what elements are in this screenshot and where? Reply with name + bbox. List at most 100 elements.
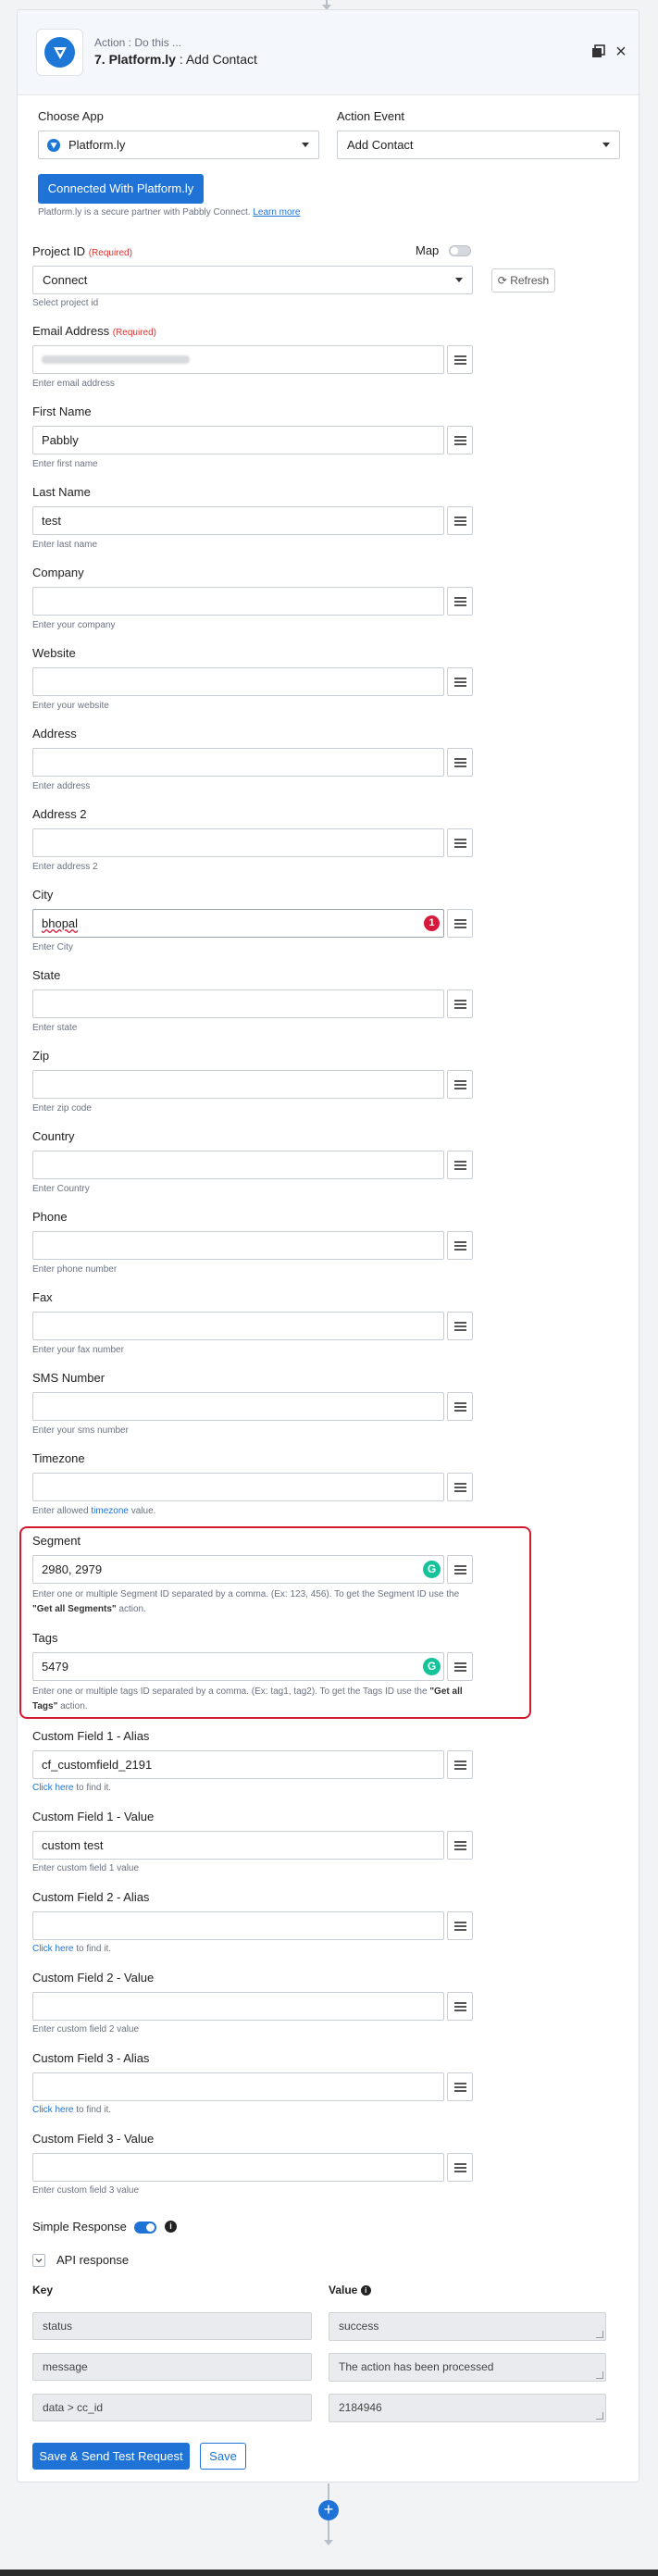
- city-value: bhopal: [42, 916, 79, 930]
- state-menu-button[interactable]: [447, 989, 473, 1018]
- sms-number-menu-button[interactable]: [447, 1392, 473, 1421]
- zip-field[interactable]: [32, 1070, 444, 1099]
- sms-number-field[interactable]: [32, 1392, 444, 1421]
- project-id-select[interactable]: Connect: [32, 266, 473, 294]
- cf1-alias-menu-button[interactable]: [447, 1750, 473, 1779]
- grammarly-icon[interactable]: G: [423, 1561, 441, 1578]
- response-value[interactable]: success: [329, 2312, 606, 2341]
- fax-label: Fax: [32, 1290, 53, 1304]
- action-event-value: Add Contact: [347, 138, 414, 152]
- save-and-test-button[interactable]: Save & Send Test Request: [32, 2443, 190, 2470]
- first-name-field[interactable]: Pabbly: [32, 426, 444, 454]
- cf1-value-menu-button[interactable]: [447, 1831, 473, 1860]
- next-step-edge: [0, 2570, 658, 2576]
- website-hint: Enter your website: [32, 701, 109, 711]
- connector-line: [328, 2520, 329, 2541]
- address-label: Address: [32, 727, 77, 740]
- learn-more-link[interactable]: Learn more: [253, 207, 300, 218]
- cf3-value-field[interactable]: [32, 2153, 444, 2182]
- address-field[interactable]: [32, 748, 444, 777]
- address2-menu-button[interactable]: [447, 828, 473, 857]
- segment-hint-action: "Get all Segments": [32, 1604, 117, 1614]
- cf2-alias-menu-button[interactable]: [447, 1911, 473, 1940]
- cf3-alias-field[interactable]: [32, 2072, 444, 2101]
- timezone-field[interactable]: [32, 1473, 444, 1501]
- action-event-select[interactable]: Add Contact: [337, 131, 620, 159]
- cf2-value-label: Custom Field 2 - Value: [32, 1971, 155, 1985]
- cf2-alias-hint-text: to find it.: [76, 1944, 112, 1954]
- connected-button[interactable]: Connected With Platform.ly: [38, 174, 204, 204]
- spellcheck-badge[interactable]: 1: [424, 915, 440, 931]
- timezone-menu-button[interactable]: [447, 1473, 473, 1501]
- address2-field[interactable]: [32, 828, 444, 857]
- project-id-label-text: Project ID: [32, 244, 86, 258]
- segment-field[interactable]: 2980, 2979: [32, 1555, 444, 1584]
- cf1-value-field[interactable]: custom test: [32, 1831, 444, 1860]
- response-key: message: [32, 2353, 312, 2381]
- tags-field[interactable]: 5479: [32, 1652, 444, 1681]
- company-hint: Enter your company: [32, 620, 116, 630]
- phone-field[interactable]: [32, 1231, 444, 1260]
- phone-hint: Enter phone number: [32, 1264, 118, 1275]
- response-value[interactable]: 2184946: [329, 2394, 606, 2422]
- api-response-checkbox[interactable]: [32, 2254, 45, 2267]
- fax-menu-button[interactable]: [447, 1312, 473, 1340]
- cf2-alias-field[interactable]: [32, 1911, 444, 1940]
- state-field[interactable]: [32, 989, 444, 1018]
- first-name-menu-button[interactable]: [447, 426, 473, 454]
- api-response-label: API response: [56, 2253, 130, 2267]
- chevron-down-icon: [302, 143, 309, 147]
- info-icon[interactable]: i: [360, 2285, 371, 2296]
- partner-note-text: Platform.ly is a secure partner with Pab…: [38, 207, 251, 218]
- last-name-field[interactable]: test: [32, 506, 444, 535]
- email-field[interactable]: [32, 345, 444, 374]
- city-field[interactable]: bhopal: [32, 909, 444, 938]
- cf1-alias-field[interactable]: cf_customfield_2191: [32, 1750, 444, 1779]
- cf2-value-field[interactable]: [32, 1992, 444, 2021]
- cf2-value-menu-button[interactable]: [447, 1992, 473, 2021]
- segment-hint: Enter one or multiple Segment ID separat…: [32, 1587, 477, 1617]
- click-here-link[interactable]: Click here: [32, 2105, 73, 2115]
- phone-menu-button[interactable]: [447, 1231, 473, 1260]
- info-icon[interactable]: i: [165, 2221, 177, 2233]
- map-toggle[interactable]: [449, 245, 471, 256]
- website-menu-button[interactable]: [447, 667, 473, 696]
- country-menu-button[interactable]: [447, 1151, 473, 1179]
- website-field[interactable]: [32, 667, 444, 696]
- city-menu-button[interactable]: [447, 909, 473, 938]
- cf3-value-label: Custom Field 3 - Value: [32, 2132, 155, 2146]
- country-field[interactable]: [32, 1151, 444, 1179]
- segment-menu-button[interactable]: [447, 1555, 473, 1584]
- step-action-name: : Add Contact: [179, 52, 257, 67]
- tags-menu-button[interactable]: [447, 1652, 473, 1681]
- cf3-alias-menu-button[interactable]: [447, 2072, 473, 2101]
- choose-app-select[interactable]: Platform.ly: [38, 131, 319, 159]
- cf1-alias-hint: Click here to find it.: [32, 1783, 111, 1793]
- response-value[interactable]: The action has been processed: [329, 2353, 606, 2382]
- cf3-value-hint: Enter custom field 3 value: [32, 2185, 140, 2196]
- click-here-link[interactable]: Click here: [32, 1783, 73, 1793]
- company-menu-button[interactable]: [447, 587, 473, 616]
- cf1-alias-hint-text: to find it.: [76, 1783, 112, 1793]
- copy-icon[interactable]: [591, 44, 606, 59]
- grammarly-icon[interactable]: G: [423, 1658, 441, 1675]
- cf3-value-menu-button[interactable]: [447, 2153, 473, 2182]
- address-menu-button[interactable]: [447, 748, 473, 777]
- close-icon[interactable]: ×: [614, 43, 628, 61]
- zip-menu-button[interactable]: [447, 1070, 473, 1099]
- city-label: City: [32, 888, 54, 902]
- click-here-link[interactable]: Click here: [32, 1944, 73, 1954]
- email-menu-button[interactable]: [447, 345, 473, 374]
- chevron-down-icon: [35, 2259, 43, 2263]
- step-title: 7. Platform.ly : Add Contact: [94, 52, 257, 67]
- company-field[interactable]: [32, 587, 444, 616]
- add-step-button[interactable]: +: [318, 2500, 339, 2520]
- city-hint: Enter City: [32, 942, 73, 952]
- save-button[interactable]: Save: [200, 2443, 246, 2470]
- fax-field[interactable]: [32, 1312, 444, 1340]
- timezone-link[interactable]: timezone: [91, 1506, 129, 1516]
- refresh-button[interactable]: ⟳ Refresh: [491, 268, 555, 292]
- simple-response-toggle[interactable]: [134, 2221, 156, 2234]
- step-subtitle: Action : Do this ...: [94, 36, 182, 49]
- last-name-menu-button[interactable]: [447, 506, 473, 535]
